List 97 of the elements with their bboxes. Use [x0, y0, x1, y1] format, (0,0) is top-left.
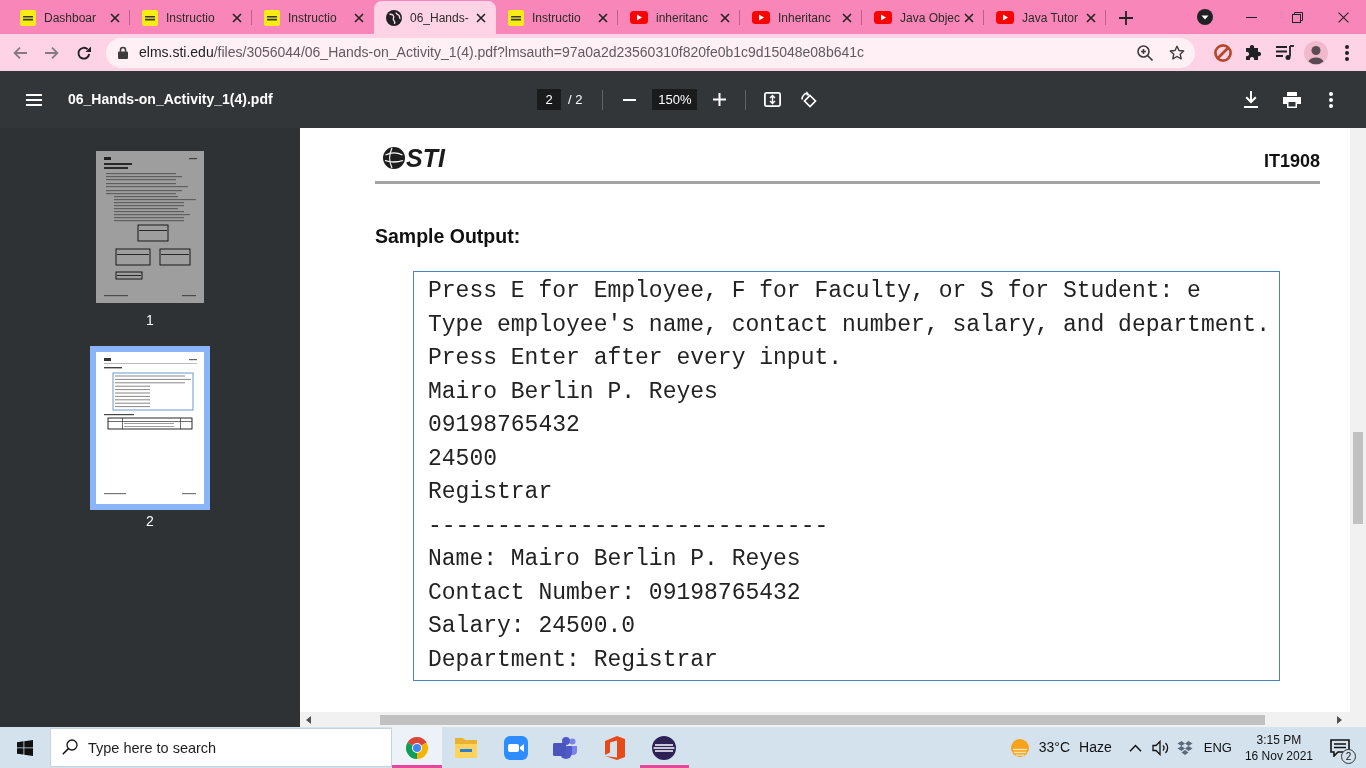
close-icon[interactable]	[354, 12, 364, 23]
weather-temperature[interactable]: 33°C	[1038, 737, 1071, 758]
close-icon[interactable]	[232, 12, 242, 23]
browser-tab[interactable]: Java Objec	[862, 1, 984, 34]
minimize-icon[interactable]	[1245, 16, 1257, 18]
globe-icon	[386, 9, 402, 26]
play-icon	[874, 11, 892, 24]
play-icon	[752, 11, 770, 24]
globe-logo-icon	[383, 146, 405, 170]
browser-tab[interactable]: Instructio	[130, 1, 252, 34]
zoom-in-icon[interactable]	[1137, 44, 1153, 61]
close-icon[interactable]	[720, 12, 730, 23]
windows-logo-icon[interactable]	[17, 739, 33, 756]
input-language[interactable]: ENG	[1203, 737, 1232, 758]
menu-icon[interactable]	[26, 93, 42, 106]
plus-icon[interactable]	[1119, 10, 1133, 25]
logo-icon	[142, 9, 158, 26]
play-icon	[630, 11, 648, 24]
print-icon[interactable]	[1283, 91, 1301, 108]
output-line: -----------------------------	[428, 511, 830, 541]
output-line: Registrar	[428, 478, 554, 507]
block-icon[interactable]	[1213, 43, 1232, 62]
fit-to-page-icon[interactable]	[764, 92, 782, 107]
plus-icon[interactable]	[713, 93, 727, 106]
close-icon[interactable]	[476, 12, 486, 23]
search-icon	[62, 739, 78, 755]
close-icon[interactable]	[842, 12, 852, 23]
browser-tab[interactable]: Java Tutor	[984, 1, 1106, 34]
puzzle-icon[interactable]	[1245, 44, 1262, 61]
avatar-icon[interactable]	[1303, 40, 1328, 65]
address-bar[interactable]: elms.sti.edu/files/3056044/06_Hands-on_Activity_1(4).pdf?lmsauth=97a0a2d23560310f820fe0b1c9d15048e08b641c	[106, 37, 1195, 68]
output-line: Salary: 24500.0	[428, 612, 637, 641]
scrollbar-thumb[interactable]	[1353, 432, 1363, 524]
browser-tab[interactable]: Instructio	[252, 1, 374, 34]
folder-icon	[454, 737, 479, 758]
output-line: Department: Registrar	[428, 645, 719, 675]
restore-icon[interactable]	[1291, 11, 1303, 23]
star-icon[interactable]	[1169, 44, 1185, 61]
logo-icon	[264, 9, 280, 26]
forward-arrow-icon[interactable]	[44, 44, 60, 61]
diamonds-icon[interactable]	[1176, 740, 1193, 755]
close-icon[interactable]	[1086, 12, 1096, 23]
browser-tab[interactable]: Instructio	[496, 1, 618, 34]
people-tile-icon	[553, 736, 578, 759]
download-icon[interactable]	[1244, 91, 1258, 108]
rotate-icon[interactable]	[800, 91, 818, 108]
close-icon[interactable]	[964, 12, 975, 23]
scrollbar-thumb[interactable]	[380, 714, 1265, 725]
page-thumbnail[interactable]	[90, 346, 210, 510]
output-line: Press Enter after every input.	[428, 344, 844, 373]
output-line: 24500	[428, 444, 498, 474]
zoom-field[interactable]: 150%	[652, 89, 698, 110]
close-icon[interactable]	[1337, 11, 1349, 23]
playlist-icon[interactable]	[1275, 44, 1294, 61]
browser-tab[interactable]: 06_Hands-	[374, 1, 496, 34]
logo-icon	[20, 9, 36, 26]
page-number-field[interactable]: 2	[537, 89, 561, 110]
clock-time[interactable]: 3:15 PM	[1256, 731, 1302, 748]
output-line: Name: Mairo Berlin P. Reyes	[428, 545, 802, 574]
close-icon[interactable]	[598, 12, 608, 23]
output-line: Press E for Employee, F for Faculty, or S for Student: e	[428, 277, 1202, 306]
document-title: 06_Hands-on_Activity_1(4).pdf	[68, 90, 273, 109]
more-icon[interactable]	[1344, 44, 1349, 61]
back-arrow-icon[interactable]	[12, 44, 28, 61]
clock-date[interactable]: 16 Nov 2021	[1244, 747, 1313, 764]
scroll-left-icon[interactable]	[306, 715, 311, 724]
speaker-icon[interactable]	[1151, 739, 1169, 756]
section-heading: Sample Output:	[375, 225, 522, 248]
browser-tab[interactable]: inheritanc	[618, 1, 740, 34]
striped-circle-icon	[652, 735, 677, 760]
play-icon	[996, 11, 1014, 24]
page-count: / 2	[568, 90, 583, 109]
course-code: IT1908	[1263, 151, 1320, 171]
notification-count: 2	[1341, 748, 1356, 764]
output-line: Type employee's name, contact number, salary, and department.	[428, 310, 1271, 340]
chevron-up-icon[interactable]	[1128, 743, 1142, 752]
close-icon[interactable]	[110, 12, 120, 23]
output-line: 09198765432	[428, 411, 581, 440]
browser-icon	[404, 735, 429, 760]
lock-icon	[118, 46, 128, 59]
page-number-label: 1	[146, 312, 154, 328]
dropdown-circle-icon[interactable]	[1197, 9, 1213, 25]
output-line: Mairo Berlin P. Reyes	[428, 377, 719, 407]
more-icon[interactable]	[1329, 91, 1333, 108]
browser-tab[interactable]: Dashboar	[8, 1, 130, 34]
page-number-label: 2	[146, 513, 154, 529]
video-camera-icon	[503, 735, 528, 760]
minus-icon[interactable]	[623, 98, 637, 101]
reload-icon[interactable]	[76, 44, 92, 61]
search-field[interactable]: Type here to search	[50, 728, 392, 767]
app-logo-icon	[604, 735, 625, 760]
weather-condition[interactable]: Haze	[1079, 737, 1112, 758]
logo-icon	[508, 9, 524, 26]
logo-text: STI	[406, 145, 445, 171]
scroll-right-icon[interactable]	[1337, 715, 1342, 724]
browser-tab[interactable]: Inheritanc	[740, 1, 862, 34]
output-line: Contact Number: 09198765432	[428, 578, 802, 608]
